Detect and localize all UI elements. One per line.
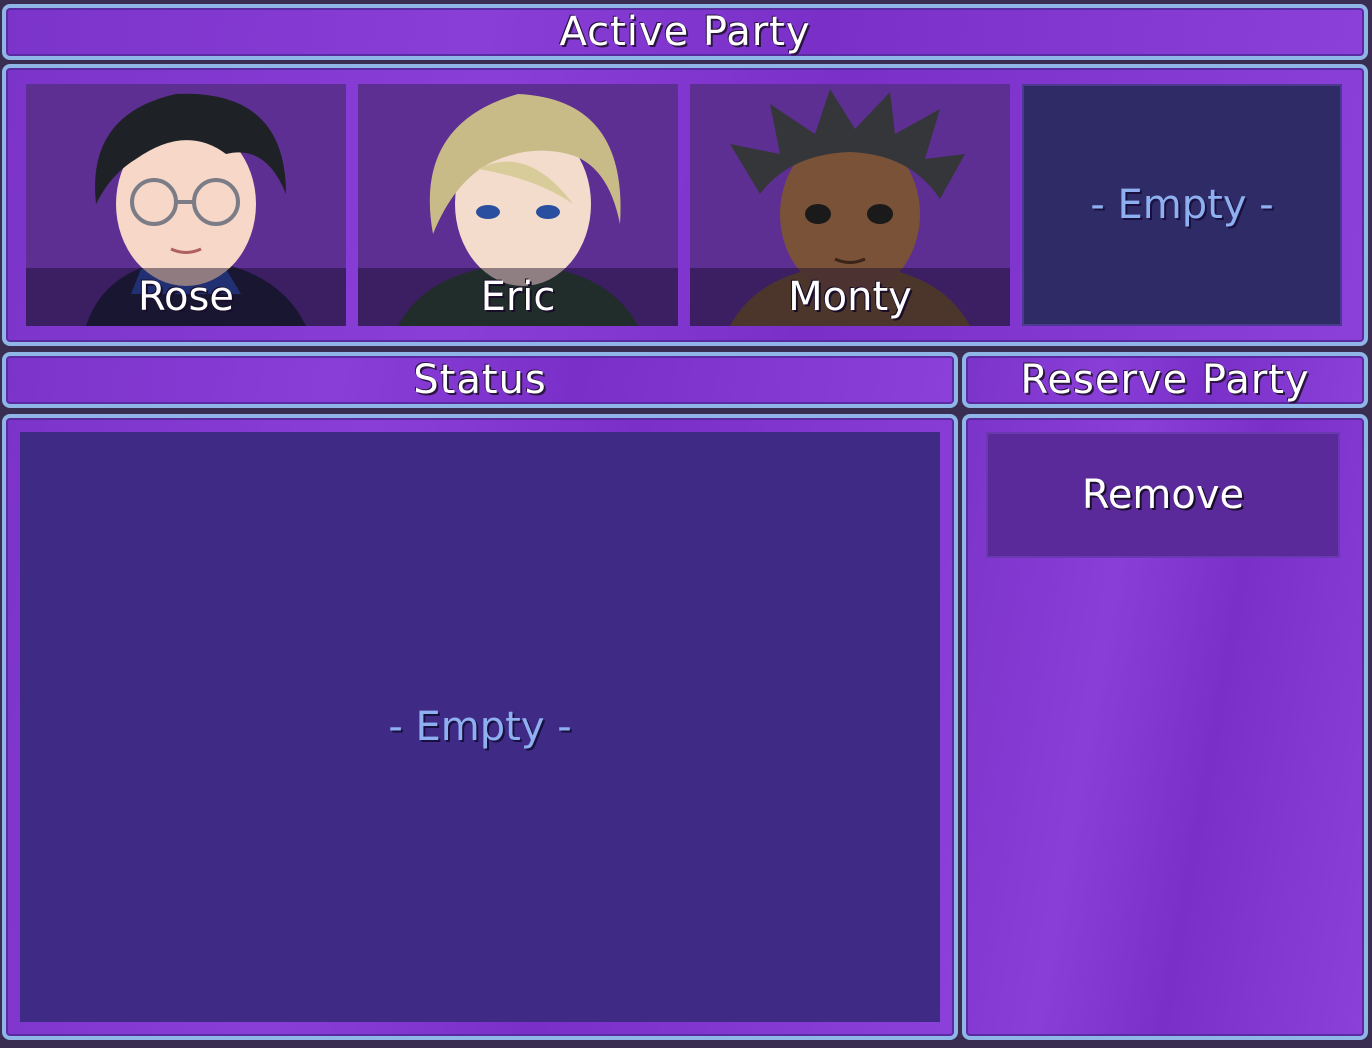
party-slot-empty[interactable]: - Empty - bbox=[1022, 84, 1342, 326]
status-window: - Empty - bbox=[2, 414, 958, 1040]
remove-button[interactable]: Remove bbox=[986, 432, 1340, 558]
party-slot-eric[interactable]: Eric bbox=[358, 84, 678, 326]
reserve-party-window: Remove bbox=[962, 414, 1368, 1040]
party-member-name: Monty bbox=[788, 274, 912, 320]
status-empty-label: - Empty - bbox=[388, 704, 572, 750]
party-slot-monty[interactable]: Monty bbox=[690, 84, 1010, 326]
reserve-party-title: Reserve Party bbox=[1020, 357, 1310, 403]
status-header: Status bbox=[2, 352, 958, 408]
active-party-title: Active Party bbox=[559, 9, 811, 55]
remove-button-label: Remove bbox=[1081, 472, 1245, 518]
status-title: Status bbox=[413, 357, 547, 403]
status-panel: - Empty - bbox=[20, 432, 940, 1022]
empty-slot-label: - Empty - bbox=[1090, 182, 1274, 228]
party-member-name: Eric bbox=[480, 274, 556, 320]
active-party-header: Active Party bbox=[2, 4, 1368, 60]
party-slot-rose[interactable]: Rose bbox=[26, 84, 346, 326]
active-party-window: Rose Eric Monty - Empty - bbox=[2, 64, 1368, 346]
party-member-name: Rose bbox=[138, 274, 234, 320]
reserve-party-header: Reserve Party bbox=[962, 352, 1368, 408]
